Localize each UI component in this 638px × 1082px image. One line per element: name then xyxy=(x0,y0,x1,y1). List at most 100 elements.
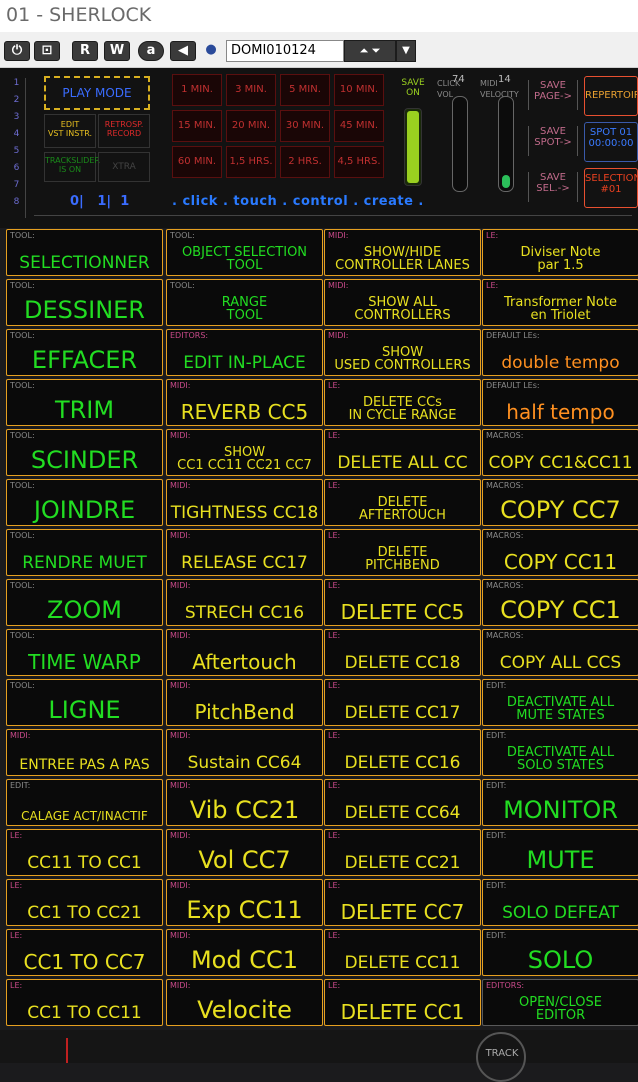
grid-button[interactable]: TOOL: EFFACER xyxy=(6,329,163,376)
button-category: MIDI: xyxy=(328,331,349,340)
duration-button[interactable]: 60 MIN. xyxy=(172,146,222,178)
grid-button[interactable]: TOOL: RANGE TOOL xyxy=(166,279,323,326)
edit-vst-instrument-button[interactable]: EDIT VST INSTR. xyxy=(44,114,96,148)
duration-button[interactable]: 4,5 HRS. xyxy=(334,146,384,178)
save-spot-button[interactable]: SAVE SPOT-> xyxy=(528,126,578,156)
duration-button[interactable]: 45 MIN. xyxy=(334,110,384,142)
repertoire-button[interactable]: REPERTOIRE xyxy=(584,76,638,116)
save-on-indicator[interactable] xyxy=(404,108,422,186)
session-name-field[interactable]: DOMI010124 xyxy=(226,40,344,62)
grid-button[interactable]: TOOL: TRIM xyxy=(6,379,163,426)
grid-button[interactable]: TOOL: OBJECT SELECTION TOOL xyxy=(166,229,323,276)
grid-button[interactable]: LE: DELETE CC11 xyxy=(324,929,481,976)
grid-button[interactable]: LE: DELETE CC17 xyxy=(324,679,481,726)
grid-button[interactable]: LE: CC1 TO CC11 xyxy=(6,979,163,1026)
grid-button[interactable]: MIDI: SHOW CC1 CC11 CC21 CC7 xyxy=(166,429,323,476)
grid-button[interactable]: LE: DELETE CC16 xyxy=(324,729,481,776)
grid-button[interactable]: MIDI: RELEASE CC17 xyxy=(166,529,323,576)
grid-button[interactable]: MIDI: SHOW/HIDE CONTROLLER LANES xyxy=(324,229,481,276)
xtra-button[interactable]: XTRA xyxy=(98,152,150,182)
grid-button[interactable]: LE: DELETE CC18 xyxy=(324,629,481,676)
grid-button[interactable]: TOOL: LIGNE xyxy=(6,679,163,726)
grid-button[interactable]: DEFAULT LEs: half tempo xyxy=(482,379,638,426)
grid-button[interactable]: LE: DELETE ALL CC xyxy=(324,429,481,476)
grid-button[interactable]: LE: CC1 TO CC21 xyxy=(6,879,163,926)
duration-button[interactable]: 1,5 HRS. xyxy=(226,146,276,178)
grid-button[interactable]: TOOL: ZOOM xyxy=(6,579,163,626)
trackslider-button[interactable]: TRACKSLIDER IS ON xyxy=(44,152,100,182)
grid-button[interactable]: MIDI: Mod CC1 xyxy=(166,929,323,976)
grid-button[interactable]: TOOL: JOINDRE xyxy=(6,479,163,526)
duration-button[interactable]: 2 HRS. xyxy=(280,146,330,178)
grid-button[interactable]: EDIT: DEACTIVATE ALL MUTE STATES xyxy=(482,679,638,726)
save-page-button[interactable]: SAVE PAGE-> xyxy=(528,80,578,110)
session-up-down-arrows[interactable]: ⏶ ⏷ xyxy=(344,40,396,62)
retrospective-record-button[interactable]: RETROSP. RECORD xyxy=(98,114,150,148)
grid-button[interactable]: MACROS: COPY ALL CCS xyxy=(482,629,638,676)
grid-button[interactable]: LE: Diviser Note par 1.5 xyxy=(482,229,638,276)
save-selection-button[interactable]: SAVE SEL.-> xyxy=(528,172,578,202)
grid-button[interactable]: EDIT: MONITOR xyxy=(482,779,638,826)
grid-button[interactable]: LE: DELETE CC1 xyxy=(324,979,481,1026)
duration-button[interactable]: 5 MIN. xyxy=(280,74,330,106)
grid-button[interactable]: TOOL: TIME WARP xyxy=(6,629,163,676)
grid-button[interactable]: TOOL: DESSINER xyxy=(6,279,163,326)
a-circle-icon[interactable]: a xyxy=(138,41,164,61)
grid-button[interactable]: LE: DELETE CCs IN CYCLE RANGE xyxy=(324,379,481,426)
midi-velocity-meter[interactable] xyxy=(498,96,514,192)
grid-button[interactable]: MIDI: SHOW ALL CONTROLLERS xyxy=(324,279,481,326)
grid-button[interactable]: MIDI: PitchBend xyxy=(166,679,323,726)
grid-button[interactable]: MIDI: Exp CC11 xyxy=(166,879,323,926)
power-icon[interactable]: ⏻ xyxy=(4,41,30,61)
read-button[interactable]: R xyxy=(72,41,98,61)
grid-button[interactable]: EDIT: SOLO DEFEAT xyxy=(482,879,638,926)
grid-button[interactable]: MIDI: STRECH CC16 xyxy=(166,579,323,626)
grid-button[interactable]: MIDI: REVERB CC5 xyxy=(166,379,323,426)
grid-button[interactable]: MACROS: COPY CC1&CC11 xyxy=(482,429,638,476)
grid-button[interactable]: LE: DELETE CC64 xyxy=(324,779,481,826)
grid-button[interactable]: LE: DELETE CC7 xyxy=(324,879,481,926)
grid-button[interactable]: EDIT: SOLO xyxy=(482,929,638,976)
window-icon[interactable]: ⊡ xyxy=(34,41,60,61)
grid-button[interactable]: MIDI: Aftertouch xyxy=(166,629,323,676)
grid-button[interactable]: MIDI: Sustain CC64 xyxy=(166,729,323,776)
grid-button[interactable]: LE: CC1 TO CC7 xyxy=(6,929,163,976)
grid-button[interactable]: LE: DELETE CC5 xyxy=(324,579,481,626)
grid-button[interactable]: MIDI: Vib CC21 xyxy=(166,779,323,826)
write-button[interactable]: W xyxy=(104,41,130,61)
grid-button[interactable]: TOOL: SCINDER xyxy=(6,429,163,476)
duration-button[interactable]: 1 MIN. xyxy=(172,74,222,106)
grid-button[interactable]: EDIT: DEACTIVATE ALL SOLO STATES xyxy=(482,729,638,776)
duration-button[interactable]: 3 MIN. xyxy=(226,74,276,106)
duration-button[interactable]: 20 MIN. xyxy=(226,110,276,142)
grid-button[interactable]: LE: DELETE PITCHBEND xyxy=(324,529,481,576)
grid-button[interactable]: LE: DELETE CC21 xyxy=(324,829,481,876)
grid-button[interactable]: MIDI: SHOW USED CONTROLLERS xyxy=(324,329,481,376)
grid-button[interactable]: MIDI: TIGHTNESS CC18 xyxy=(166,479,323,526)
grid-button[interactable]: MIDI: Velocite xyxy=(166,979,323,1026)
grid-button[interactable]: EDIT: CALAGE ACT/INACTIF xyxy=(6,779,163,826)
grid-button[interactable]: MACROS: COPY CC1 xyxy=(482,579,638,626)
selection-button[interactable]: SELECTION #01 xyxy=(584,168,638,208)
grid-button[interactable]: TOOL: RENDRE MUET xyxy=(6,529,163,576)
duration-button[interactable]: 10 MIN. xyxy=(334,74,384,106)
play-mode-button[interactable]: PLAY MODE xyxy=(44,76,150,110)
back-arrow-icon[interactable]: ◀ xyxy=(170,41,196,61)
grid-button[interactable]: LE: Transformer Note en Triolet xyxy=(482,279,638,326)
grid-button[interactable]: LE: CC11 TO CC1 xyxy=(6,829,163,876)
grid-button[interactable]: EDITORS: OPEN/CLOSE EDITOR xyxy=(482,979,638,1026)
grid-button[interactable]: MIDI: ENTREE PAS A PAS xyxy=(6,729,163,776)
grid-button[interactable]: MIDI: Vol CC7 xyxy=(166,829,323,876)
click-vol-meter[interactable] xyxy=(452,96,468,192)
grid-button[interactable]: EDITORS: EDIT IN-PLACE xyxy=(166,329,323,376)
grid-button[interactable]: DEFAULT LEs: double tempo xyxy=(482,329,638,376)
spot-button[interactable]: SPOT 01 00:00:00 xyxy=(584,122,638,162)
grid-button[interactable]: MACROS: COPY CC7 xyxy=(482,479,638,526)
duration-button[interactable]: 15 MIN. xyxy=(172,110,222,142)
duration-button[interactable]: 30 MIN. xyxy=(280,110,330,142)
grid-button[interactable]: EDIT: MUTE xyxy=(482,829,638,876)
grid-button[interactable]: LE: DELETE AFTERTOUCH xyxy=(324,479,481,526)
grid-button[interactable]: TOOL: SELECTIONNER xyxy=(6,229,163,276)
grid-button[interactable]: MACROS: COPY CC11 xyxy=(482,529,638,576)
chevron-down-icon[interactable]: ▼ xyxy=(396,40,416,62)
